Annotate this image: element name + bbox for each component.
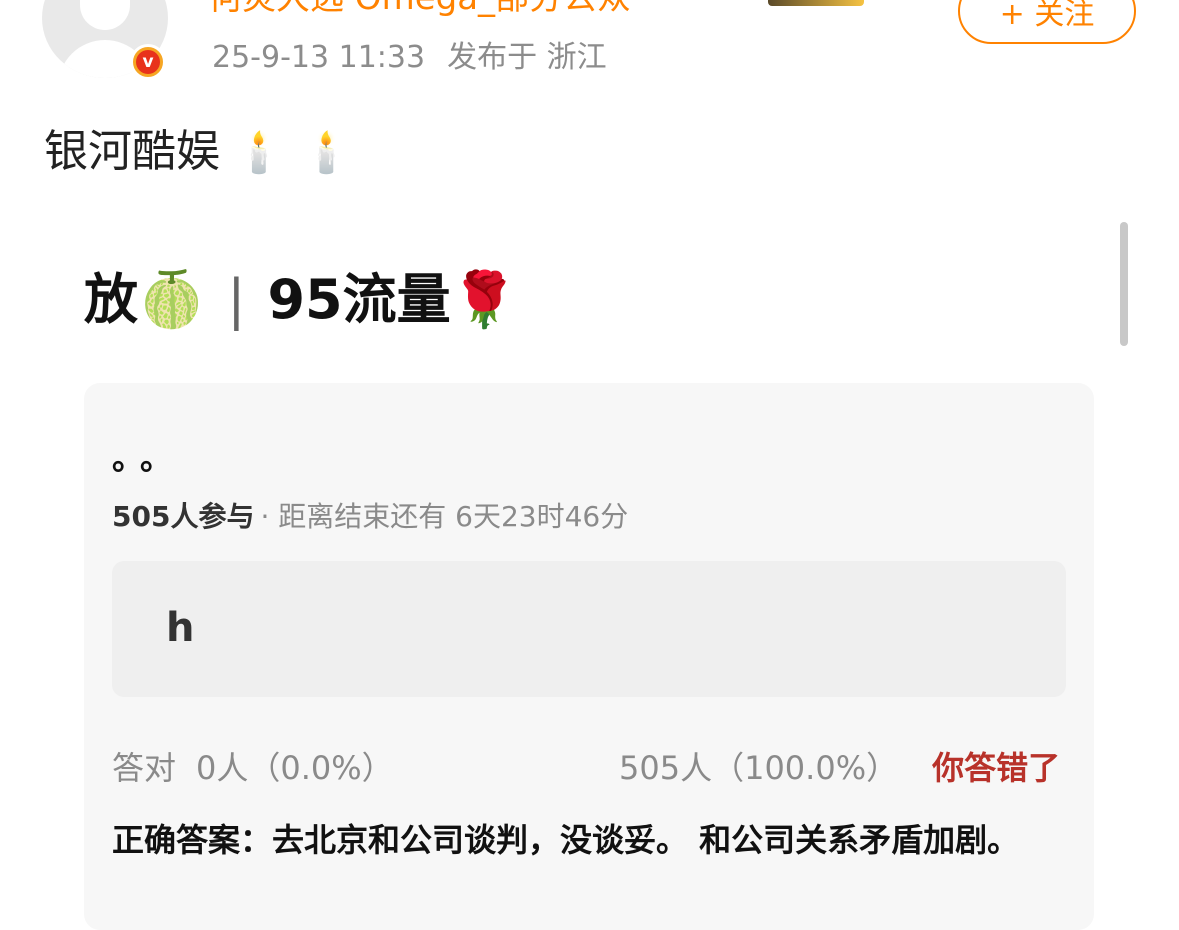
poll-card: 。。 505人参与 · 距离结束还有 6天23时46分 h 答对 0人（0.0%） … xyxy=(84,383,1094,930)
poll-wrong-label: 你答错了 xyxy=(932,749,1061,787)
poll-time-remaining: · 距离结束还有 6天23时46分 xyxy=(260,500,629,533)
verified-badge-letter: v xyxy=(136,50,160,74)
poll-result-count: 505人（100.0%） xyxy=(619,749,899,787)
poll-title-prefix: 放🍈 xyxy=(84,268,206,331)
username[interactable]: 何炅大选 Omega_部分公众 xyxy=(208,0,631,19)
post-text-content: 银河酷娱 xyxy=(44,126,220,177)
avatar-head-shape xyxy=(80,0,130,30)
candle-emoji: 🕯️🕯️ xyxy=(234,130,370,176)
verified-badge-icon: v xyxy=(130,44,166,80)
member-level-icon xyxy=(768,0,864,6)
poll-question: 。。 xyxy=(112,439,185,477)
poll-title-main: 95流量🌹 xyxy=(267,268,518,331)
follow-button[interactable]: + 关注 xyxy=(958,0,1136,44)
poll-option-label: h xyxy=(166,605,195,651)
poll-correct-answer: 正确答案：去北京和公司谈判，没谈妥。 和公司关系矛盾加剧。 xyxy=(112,821,1020,859)
poll-option[interactable]: h xyxy=(112,561,1066,697)
poll-user-result: 505人（100.0%） 你答错了 xyxy=(619,743,1060,789)
poll-correct-count: 0人（0.0%） xyxy=(196,749,394,787)
poll-correct-result: 答对 0人（0.0%） xyxy=(112,743,394,789)
poll-participants: 505人参与 xyxy=(112,500,255,533)
poll-correct-label: 答对 xyxy=(112,749,177,787)
post-location: 发布于 浙江 xyxy=(447,40,607,75)
poll-title: 放🍈 | 95流量🌹 xyxy=(84,255,518,334)
post-text: 银河酷娱 🕯️🕯️ xyxy=(44,115,370,179)
poll-stats: 505人参与 · 距离结束还有 6天23时46分 xyxy=(112,495,628,535)
post-meta: 25-9-13 11:33 发布于 浙江 xyxy=(212,32,607,76)
poll-title-separator: | xyxy=(227,268,246,331)
scrollbar[interactable] xyxy=(1120,222,1128,346)
post-time: 25-9-13 11:33 xyxy=(212,40,426,75)
